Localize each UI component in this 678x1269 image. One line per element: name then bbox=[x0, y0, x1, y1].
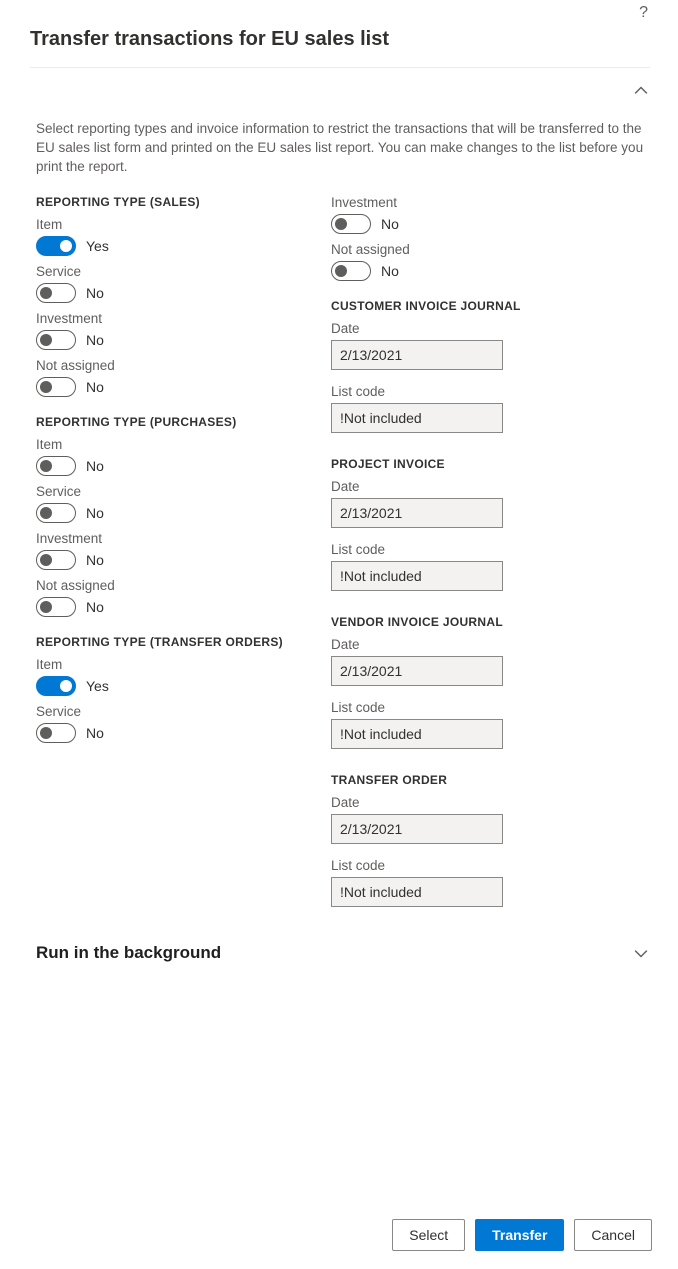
toggle-to-service[interactable] bbox=[36, 723, 76, 743]
section-header-transferorders: REPORTING TYPE (TRANSFER ORDERS) bbox=[36, 635, 321, 649]
chevron-up-icon[interactable] bbox=[634, 84, 648, 98]
field-label: Date bbox=[331, 637, 616, 652]
toggle-purch-service[interactable] bbox=[36, 503, 76, 523]
toggle-value: No bbox=[381, 216, 399, 232]
toggle-to-investment[interactable] bbox=[331, 214, 371, 234]
cust-invoice-listcode-input[interactable] bbox=[331, 403, 503, 433]
cust-invoice-date-input[interactable] bbox=[331, 340, 503, 370]
toggle-value: No bbox=[86, 379, 104, 395]
field-label: List code bbox=[331, 858, 616, 873]
left-column: REPORTING TYPE (SALES) Item Yes Service … bbox=[36, 191, 321, 913]
toggle-value: No bbox=[86, 552, 104, 568]
section-header-vendinvoice: VENDOR INVOICE JOURNAL bbox=[331, 615, 616, 629]
toggle-sales-item[interactable] bbox=[36, 236, 76, 256]
toggle-to-item[interactable] bbox=[36, 676, 76, 696]
transfer-order-listcode-input[interactable] bbox=[331, 877, 503, 907]
toggle-purch-notassigned[interactable] bbox=[36, 597, 76, 617]
toggle-purch-item[interactable] bbox=[36, 456, 76, 476]
toggle-value: No bbox=[86, 458, 104, 474]
proj-invoice-listcode-input[interactable] bbox=[331, 561, 503, 591]
vend-invoice-listcode-input[interactable] bbox=[331, 719, 503, 749]
toggle-value: No bbox=[381, 263, 399, 279]
toggle-to-notassigned[interactable] bbox=[331, 261, 371, 281]
field-label: Not assigned bbox=[36, 358, 321, 373]
field-label: Service bbox=[36, 484, 321, 499]
section-header-projinvoice: PROJECT INVOICE bbox=[331, 457, 616, 471]
field-label: Investment bbox=[331, 195, 616, 210]
toggle-value: No bbox=[86, 505, 104, 521]
field-label: Item bbox=[36, 657, 321, 672]
transfer-order-date-input[interactable] bbox=[331, 814, 503, 844]
select-button[interactable]: Select bbox=[392, 1219, 465, 1251]
toggle-sales-service[interactable] bbox=[36, 283, 76, 303]
field-label: Date bbox=[331, 321, 616, 336]
toggle-sales-notassigned[interactable] bbox=[36, 377, 76, 397]
section-header-purchases: REPORTING TYPE (PURCHASES) bbox=[36, 415, 321, 429]
field-label: Not assigned bbox=[331, 242, 616, 257]
vend-invoice-date-input[interactable] bbox=[331, 656, 503, 686]
right-column: Investment No Not assigned No CUSTOMER I… bbox=[331, 191, 616, 913]
toggle-value: No bbox=[86, 599, 104, 615]
section-header-transferorder: TRANSFER ORDER bbox=[331, 773, 616, 787]
section-header-sales: REPORTING TYPE (SALES) bbox=[36, 195, 321, 209]
field-label: Not assigned bbox=[36, 578, 321, 593]
toggle-value: Yes bbox=[86, 678, 109, 694]
toggle-sales-investment[interactable] bbox=[36, 330, 76, 350]
run-in-background-label: Run in the background bbox=[36, 943, 221, 963]
field-label: Date bbox=[331, 795, 616, 810]
chevron-down-icon bbox=[634, 946, 648, 960]
field-label: Date bbox=[331, 479, 616, 494]
field-label: Item bbox=[36, 217, 321, 232]
proj-invoice-date-input[interactable] bbox=[331, 498, 503, 528]
transfer-button[interactable]: Transfer bbox=[475, 1219, 564, 1251]
field-label: Service bbox=[36, 704, 321, 719]
toggle-value: No bbox=[86, 332, 104, 348]
field-label: List code bbox=[331, 700, 616, 715]
help-icon[interactable]: ? bbox=[639, 4, 648, 18]
field-label: List code bbox=[331, 542, 616, 557]
toggle-value: Yes bbox=[86, 238, 109, 254]
cancel-button[interactable]: Cancel bbox=[574, 1219, 652, 1251]
run-in-background-section[interactable]: Run in the background bbox=[36, 943, 648, 963]
toggle-purch-investment[interactable] bbox=[36, 550, 76, 570]
field-label: Investment bbox=[36, 531, 321, 546]
field-label: List code bbox=[331, 384, 616, 399]
intro-text: Select reporting types and invoice infor… bbox=[36, 120, 648, 177]
toggle-value: No bbox=[86, 725, 104, 741]
field-label: Service bbox=[36, 264, 321, 279]
dialog-title: Transfer transactions for EU sales list bbox=[30, 28, 678, 51]
field-label: Investment bbox=[36, 311, 321, 326]
dialog-footer: Select Transfer Cancel bbox=[392, 1219, 652, 1251]
toggle-value: No bbox=[86, 285, 104, 301]
section-header-custinvoice: CUSTOMER INVOICE JOURNAL bbox=[331, 299, 616, 313]
field-label: Item bbox=[36, 437, 321, 452]
